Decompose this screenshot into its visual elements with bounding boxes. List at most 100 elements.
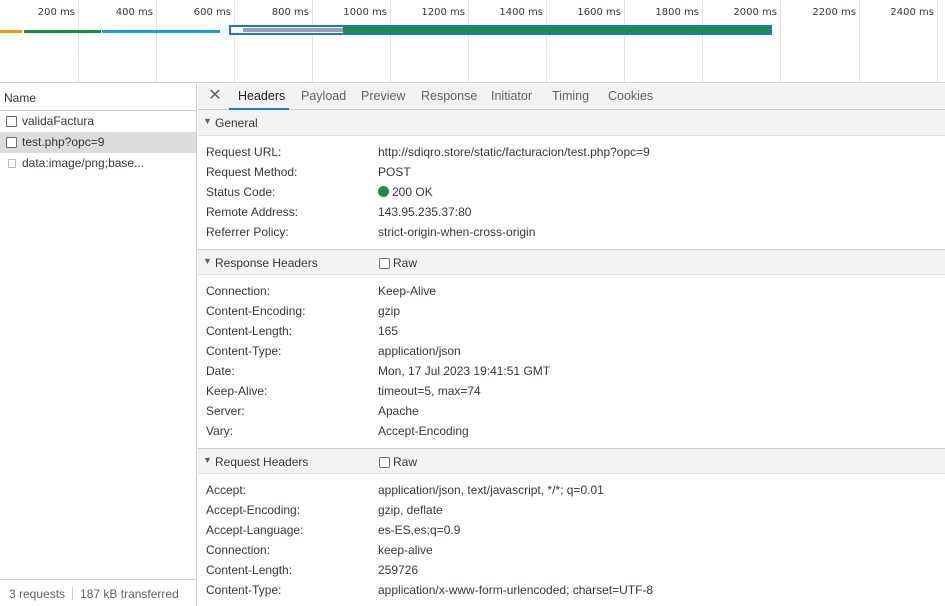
timeline-gridline [859,0,860,82]
header-row: Date: Mon, 17 Jul 2023 19:41:51 GMT [198,361,945,381]
request-row[interactable]: validaFactura [0,111,196,132]
header-row: Content-Encoding: gzip [198,301,945,321]
checkbox-icon[interactable] [379,457,390,468]
tab-initiator[interactable]: Initiator [491,89,532,103]
header-value[interactable]: Accept-Encoding [378,424,469,438]
collapse-triangle-icon: ▼ [203,455,212,465]
image-icon [8,159,16,168]
header-name: Accept-Encoding: [206,503,301,517]
name-column-header[interactable]: Name [0,84,196,111]
timeline-tick-label: 1400 ms [499,7,543,18]
header-row: Content-Length: 259726 [198,560,945,580]
timeline-tick-label: 200 ms [37,7,75,18]
timeline-tick-label: 600 ms [193,7,231,18]
timeline-gridline [78,0,79,82]
general-section-header[interactable]: ▼ General [198,110,945,136]
header-value[interactable]: 259726 [378,563,418,577]
tab-timing[interactable]: Timing [552,89,589,103]
header-row: Request Method: POST [198,162,945,182]
close-icon[interactable]: ✕ [207,87,223,105]
header-name: Server: [206,404,245,418]
timeline-gridline [624,0,625,82]
header-name: Connection: [206,543,271,557]
header-value[interactable]: es-ES,es;q=0.9 [378,523,460,537]
header-row: Connection: keep-alive [198,540,945,560]
header-name: Vary: [206,424,234,438]
header-value[interactable]: 200 OK [378,185,433,199]
timeline-tick-label: 1200 ms [421,7,465,18]
header-value[interactable]: 143.95.235.37:80 [378,205,471,219]
request-row[interactable]: test.php?opc=9 [0,132,196,153]
header-value[interactable]: http://sdiqro.store/static/facturacion/t… [378,145,650,159]
request-name: data:image/png;base... [22,156,145,170]
header-value[interactable]: Mon, 17 Jul 2023 19:41:51 GMT [378,364,550,378]
network-overview[interactable]: 200 ms 400 ms 600 ms 800 ms 1000 ms 1200 ms 14… [0,0,945,83]
document-icon [6,116,17,127]
response-headers-section-header[interactable]: ▼ Response Headers Raw [198,249,945,275]
header-row: Connection: Keep-Alive [198,281,945,301]
status-code-text: 200 OK [392,185,433,199]
header-name: Keep-Alive: [206,384,268,398]
header-value[interactable]: strict-origin-when-cross-origin [378,225,535,239]
detail-tabbar: ✕ Headers Payload Preview Response Initiator… [198,84,945,110]
timeline-gridline [937,0,938,82]
header-row: Status Code: 200 OK [198,182,945,202]
header-value[interactable]: timeout=5, max=74 [378,384,481,398]
header-row: Accept-Encoding: gzip, deflate [198,500,945,520]
header-name: Content-Length: [206,563,293,577]
timeline-gridline [468,0,469,82]
response-headers-title: Response Headers [215,256,318,270]
request-name: validaFactura [22,114,95,128]
timeline-gridline [702,0,703,82]
header-name: Referrer Policy: [206,225,289,239]
request-headers-title: Request Headers [215,455,309,469]
transferred-size: 187 kB transferred [80,587,179,601]
header-name: Connection: [206,284,271,298]
timeline-tick-label: 1000 ms [343,7,387,18]
header-row: Request URL: http://sdiqro.store/static/f… [198,142,945,162]
request-name: test.php?opc=9 [22,135,105,149]
header-value[interactable]: application/x-www-form-urlencoded; chars… [378,583,653,597]
header-name: Accept: [206,483,247,497]
request-detail-pane: ✕ Headers Payload Preview Response Initiator… [198,84,945,606]
tab-payload[interactable]: Payload [301,89,346,103]
request-row[interactable]: data:image/png;base... [0,153,196,174]
tab-preview[interactable]: Preview [361,89,405,103]
checkbox-icon[interactable] [379,258,390,269]
header-row: Vary: Accept-Encoding [198,421,945,441]
header-value[interactable]: 165 [378,324,398,338]
header-value[interactable]: keep-alive [378,543,433,557]
tab-cookies[interactable]: Cookies [608,89,653,103]
timeline-gridline [312,0,313,82]
request-headers-raw-toggle[interactable]: Raw [379,455,417,469]
timeline-gridline [156,0,157,82]
header-row: Content-Type: application/x-www-form-urle… [198,580,945,600]
header-name: Content-Type: [206,583,282,597]
collapse-triangle-icon: ▼ [203,256,212,266]
response-headers-raw-toggle[interactable]: Raw [379,256,417,270]
header-row: Accept-Language: es-ES,es;q=0.9 [198,520,945,540]
header-value[interactable]: gzip, deflate [378,503,443,517]
header-name: Content-Type: [206,344,282,358]
header-name: Content-Length: [206,324,293,338]
collapse-triangle-icon: ▼ [203,116,212,126]
header-value[interactable]: gzip [378,304,400,318]
request-rows: validaFactura test.php?opc=9 data:image/pn… [0,111,196,174]
timeline-tick-label: 2000 ms [733,7,777,18]
header-row: Content-Type: application/json [198,341,945,361]
header-value[interactable]: POST [378,165,411,179]
header-value[interactable]: application/json, text/javascript, */*; … [378,483,604,497]
header-name: Remote Address: [206,205,299,219]
header-value[interactable]: Apache [378,404,419,418]
header-name: Request URL: [206,145,282,159]
timeline-bar-green [24,30,101,33]
timeline-gridline [780,0,781,82]
header-value[interactable]: application/json [378,344,461,358]
tab-response[interactable]: Response [421,89,477,103]
tab-headers[interactable]: Headers [238,89,285,103]
request-headers-section-header[interactable]: ▼ Request Headers Raw [198,448,945,474]
header-name: Status Code: [206,185,276,199]
timeline-gridline [234,0,235,82]
header-value[interactable]: Keep-Alive [378,284,436,298]
status-dot-icon [378,186,389,197]
